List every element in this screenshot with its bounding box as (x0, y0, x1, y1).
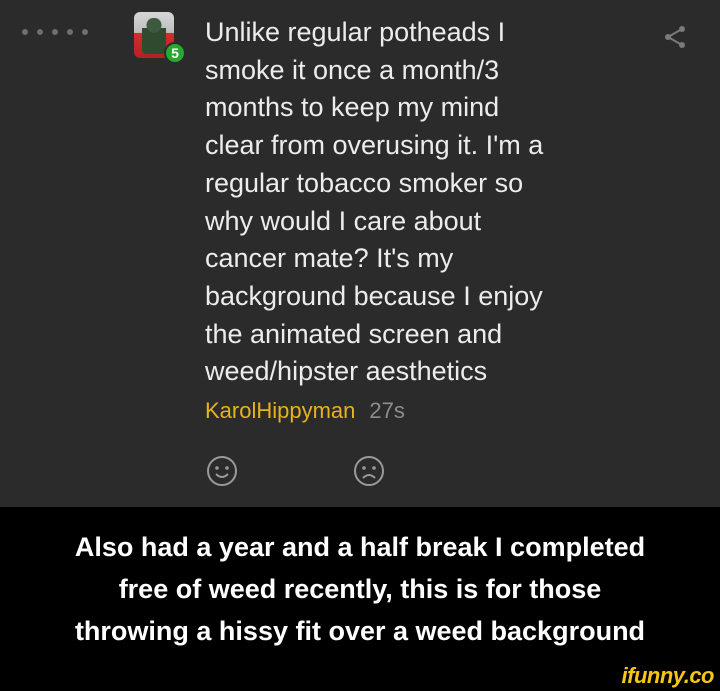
comment-meta: KarolHippyman 27s (205, 396, 405, 426)
frown-icon[interactable] (352, 454, 386, 488)
comment-text: Unlike regular potheads I smoke it once … (205, 17, 544, 387)
smile-icon[interactable] (205, 454, 239, 488)
timestamp: 27s (369, 398, 405, 423)
more-options-icon[interactable] (22, 29, 88, 35)
share-icon[interactable] (662, 24, 688, 50)
username-link[interactable]: KarolHippyman (205, 398, 355, 423)
avatar[interactable]: 5 (134, 12, 186, 64)
comment-card: 5 Unlike regular potheads I smoke it onc… (0, 0, 720, 507)
meme-caption: Also had a year and a half break I compl… (74, 532, 646, 646)
level-badge: 5 (164, 42, 186, 64)
ifunny-watermark: ifunny.co (621, 663, 715, 688)
